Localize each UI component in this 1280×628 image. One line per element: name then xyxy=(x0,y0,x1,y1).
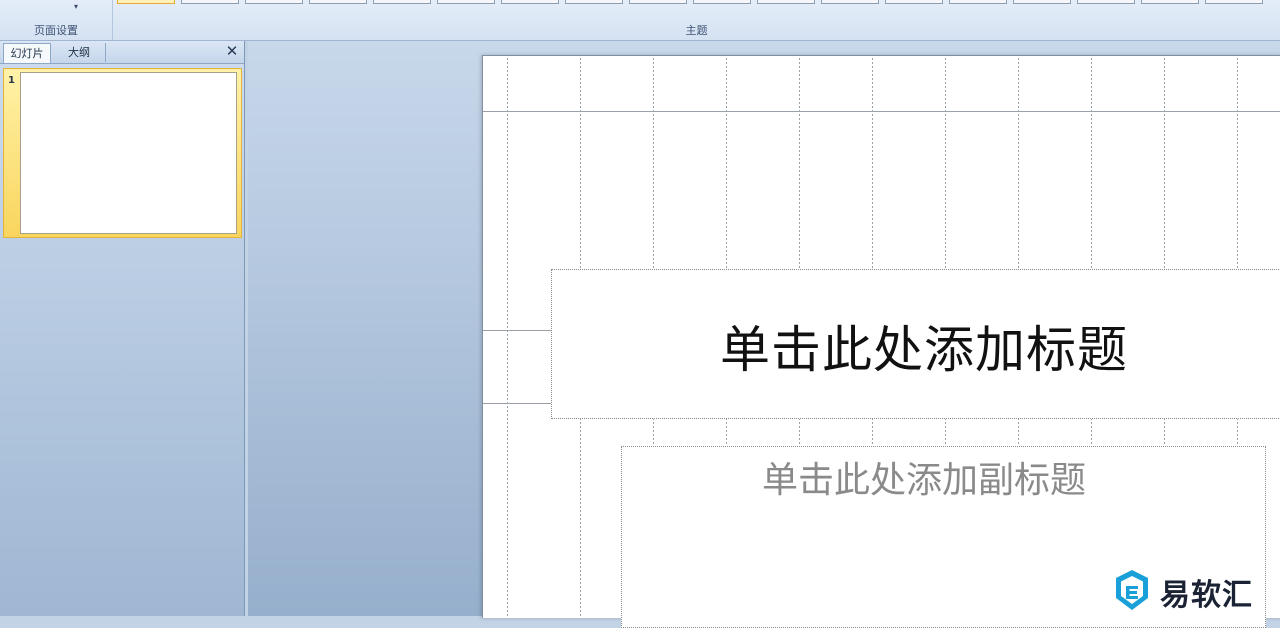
theme-thumbnail[interactable] xyxy=(373,0,431,4)
theme-thumbnail[interactable] xyxy=(629,0,687,4)
theme-gallery[interactable] xyxy=(117,0,1277,6)
tab-slides[interactable]: 幻灯片 xyxy=(3,43,51,63)
page-setup-group: ▾ 页面设置 xyxy=(0,0,113,40)
theme-thumbnail[interactable] xyxy=(821,0,879,4)
theme-thumbnail[interactable] xyxy=(949,0,1007,4)
slide-thumbnail-item[interactable]: 1 xyxy=(3,68,242,238)
theme-thumbnail[interactable] xyxy=(245,0,303,4)
close-icon[interactable]: ✕ xyxy=(224,43,240,59)
title-placeholder[interactable]: 单击此处添加标题 xyxy=(551,269,1280,419)
page-setup-group-label: 页面设置 xyxy=(34,24,78,37)
slides-pane: 幻灯片 大纲 ✕ 1 xyxy=(0,41,245,616)
title-placeholder-text: 单击此处添加标题 xyxy=(720,321,1128,379)
slide-number: 1 xyxy=(8,75,15,86)
theme-thumbnail[interactable] xyxy=(501,0,559,4)
slide-canvas[interactable]: 单击此处添加标题 单击此处添加副标题 xyxy=(482,55,1280,628)
theme-thumbnail[interactable] xyxy=(757,0,815,4)
themes-group: 主题 xyxy=(113,0,1280,40)
watermark: 易软汇 xyxy=(1112,566,1280,613)
theme-thumbnail[interactable] xyxy=(693,0,751,4)
page-setup-dropdown-icon[interactable]: ▾ xyxy=(74,2,78,11)
theme-thumbnail[interactable] xyxy=(1205,0,1263,4)
slide-thumbnail[interactable] xyxy=(20,72,237,234)
themes-group-label: 主题 xyxy=(685,24,708,37)
theme-thumbnail[interactable] xyxy=(565,0,623,4)
subtitle-placeholder-text: 单击此处添加副标题 xyxy=(762,460,1087,501)
slide-editor: 单击此处添加标题 单击此处添加副标题 xyxy=(248,41,1280,628)
theme-thumbnail[interactable] xyxy=(309,0,367,4)
theme-thumbnail[interactable] xyxy=(181,0,239,4)
theme-thumbnail[interactable] xyxy=(1013,0,1071,4)
theme-thumbnail[interactable] xyxy=(885,0,943,4)
theme-thumbnail[interactable] xyxy=(1077,0,1135,4)
tab-outline[interactable]: 大纲 xyxy=(53,43,106,62)
theme-thumbnail[interactable] xyxy=(437,0,495,4)
shield-e-logo-icon xyxy=(1116,570,1148,610)
pane-tabs: 幻灯片 大纲 ✕ xyxy=(0,41,244,64)
watermark-text: 易软汇 xyxy=(1160,578,1253,613)
ribbon: ▾ 页面设置 主题 xyxy=(0,0,1280,41)
theme-thumbnail[interactable] xyxy=(117,0,175,4)
theme-thumbnail[interactable] xyxy=(1141,0,1199,4)
